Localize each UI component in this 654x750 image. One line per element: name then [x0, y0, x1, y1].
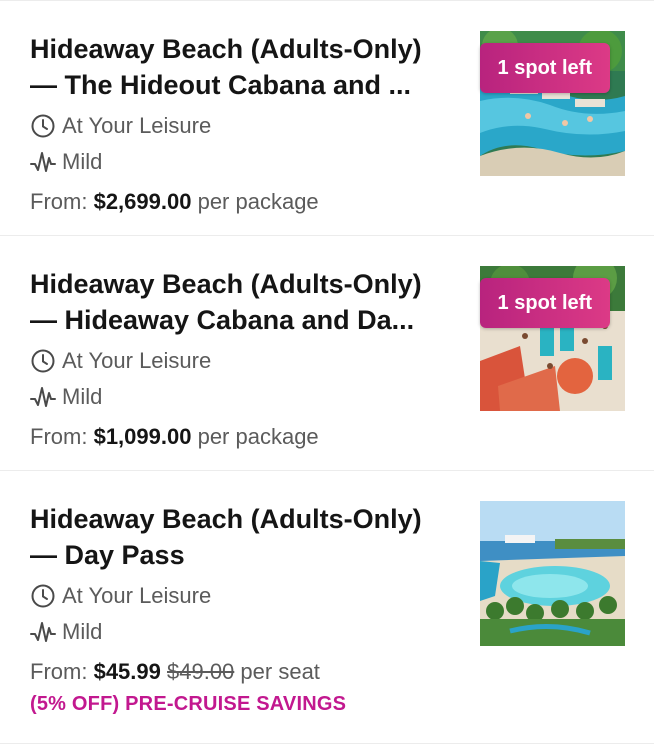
island-lagoon-image[interactable] [480, 501, 625, 646]
price-amount: $45.99 [93, 659, 161, 684]
availability-badge: 1 spot left [479, 43, 610, 93]
duration-label: At Your Leisure [62, 113, 212, 138]
promo-label: (5% OFF) PRE-CRUISE SAVINGS [30, 693, 347, 715]
excursion-card[interactable]: Hideaway Beach (Adults-Only) — Day Pass … [0, 471, 654, 743]
price-unit: per seat [240, 659, 320, 684]
duration-label: At Your Leisure [62, 348, 212, 373]
price-row: From: $45.99 $49.00 per seat [30, 655, 624, 689]
intensity-label: Mild [62, 384, 103, 409]
duration-label: At Your Leisure [62, 583, 212, 608]
title-line-2: — Day Pass [30, 540, 185, 570]
activity-wave-icon [30, 619, 56, 645]
excursion-title[interactable]: Hideaway Beach (Adults-Only) — Day Pass [30, 501, 470, 573]
price-row: From: $1,099.00 per package [30, 420, 624, 454]
title-line-1: Hideaway Beach (Adults-Only) [30, 269, 422, 299]
activity-wave-icon [30, 384, 56, 410]
title-line-1: Hideaway Beach (Adults-Only) [30, 504, 422, 534]
clock-icon [30, 583, 56, 609]
excursion-card[interactable]: Hideaway Beach (Adults-Only) — The Hideo… [0, 1, 654, 235]
excursion-title[interactable]: Hideaway Beach (Adults-Only) — The Hideo… [30, 31, 470, 103]
excursion-list: Hideaway Beach (Adults-Only) — The Hideo… [0, 0, 654, 744]
price-row: From: $2,699.00 per package [30, 185, 624, 219]
activity-wave-icon [30, 149, 56, 175]
availability-badge: 1 spot left [479, 278, 610, 328]
price-amount: $1,099.00 [93, 424, 192, 449]
clock-icon [30, 348, 56, 374]
price-unit: per package [197, 424, 319, 449]
title-line-2: — Hideaway Cabana and Da... [30, 305, 415, 335]
intensity-label: Mild [62, 619, 103, 644]
title-line-2: — The Hideout Cabana and ... [30, 70, 412, 100]
intensity-label: Mild [62, 149, 103, 174]
title-line-1: Hideaway Beach (Adults-Only) [30, 34, 422, 64]
clock-icon [30, 113, 56, 139]
original-price: $49.00 [167, 659, 235, 684]
price-prefix: From: [30, 659, 88, 684]
price-unit: per package [197, 189, 319, 214]
price-amount: $2,699.00 [93, 189, 192, 214]
price-prefix: From: [30, 424, 88, 449]
excursion-card[interactable]: Hideaway Beach (Adults-Only) — Hideaway … [0, 236, 654, 470]
divider [0, 743, 654, 744]
excursion-title[interactable]: Hideaway Beach (Adults-Only) — Hideaway … [30, 266, 470, 338]
price-prefix: From: [30, 189, 88, 214]
